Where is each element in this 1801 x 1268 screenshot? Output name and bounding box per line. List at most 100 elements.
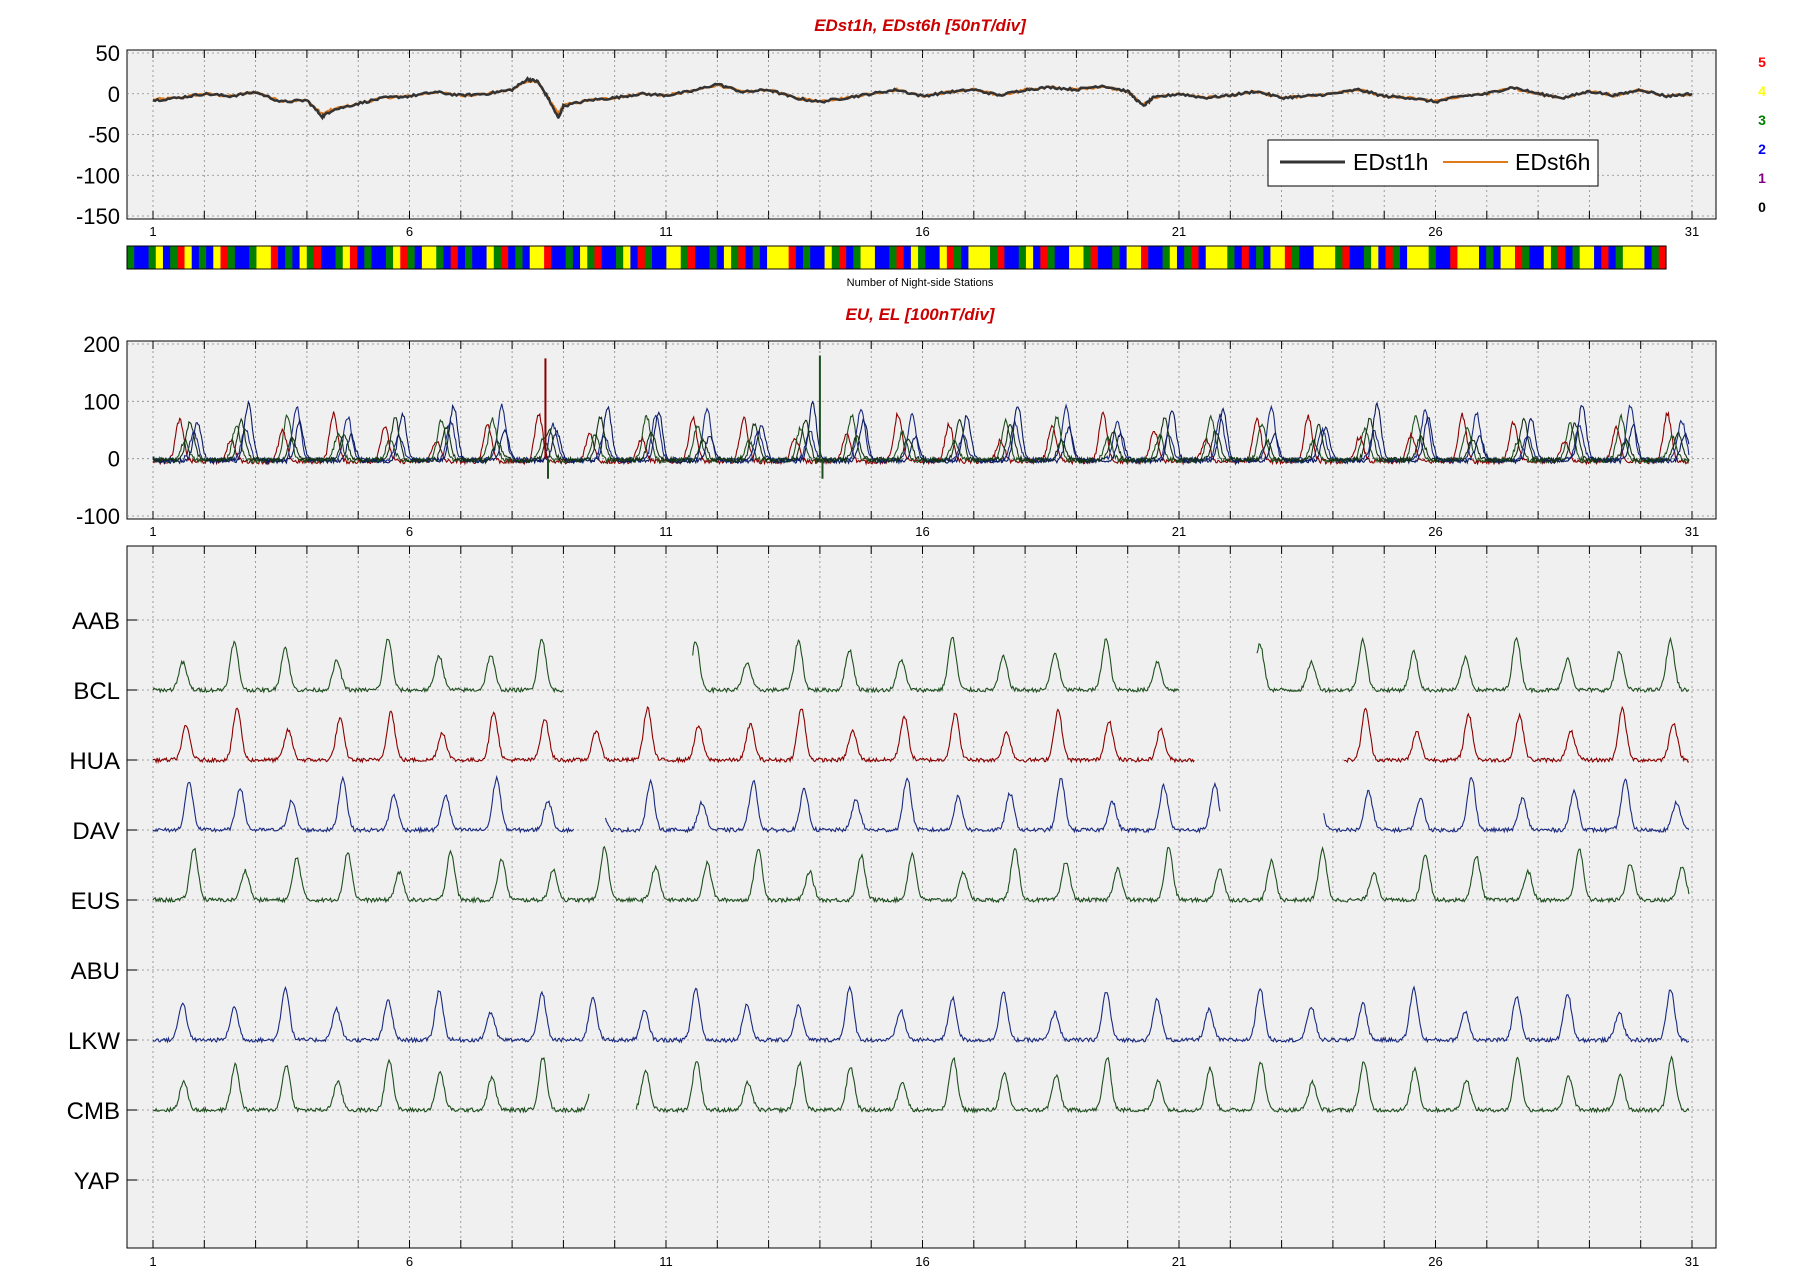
night-side-bar-76 [673, 246, 682, 269]
night-side-bar-88 [759, 246, 768, 269]
night-side-bar-85 [738, 246, 747, 269]
edst-panel: 500-50-100-150 1 6 11 16 21 26 31 EDst1h EDst6… [76, 41, 1717, 239]
night-side-bar-172 [1363, 246, 1372, 269]
night-side-bar-38 [400, 246, 409, 269]
night-side-bar-11 [206, 246, 214, 269]
night-side-bar-27 [321, 246, 329, 269]
night-side-bar-181 [1428, 246, 1437, 269]
night-side-bar-134 [1090, 246, 1099, 269]
night-side-bar-157 [1256, 246, 1264, 269]
night-side-bar-31 [349, 246, 358, 269]
stations-x-ticks: 1 6 11 16 21 26 31 [149, 1254, 1699, 1268]
night-side-bar-192 [1507, 246, 1516, 269]
color-scale-label-5: 5 [1758, 54, 1766, 70]
night-side-bar-111 [925, 246, 934, 269]
night-side-bar-113 [939, 246, 948, 269]
night-side-bar-198 [1550, 246, 1559, 269]
night-side-bar-96 [817, 246, 826, 269]
night-side-bar-16 [242, 246, 250, 269]
night-side-bar-213 [1658, 246, 1667, 269]
edst-ytick-50: 50 [96, 41, 120, 66]
night-side-bar-102 [860, 246, 869, 269]
night-side-bar-56 [529, 246, 538, 269]
night-side-bar-42 [429, 246, 437, 269]
night-side-bar-130 [1061, 246, 1070, 269]
night-side-bar-63 [580, 246, 588, 269]
night-side-bar-171 [1356, 246, 1365, 269]
night-side-bar-53 [508, 246, 516, 269]
night-side-bar-178 [1407, 246, 1415, 269]
night-side-bar-4 [155, 246, 164, 269]
figure: EDst1h, EDst6h [50nT/div] 500-50-100-150… [67, 16, 1766, 1268]
night-side-bar-194 [1522, 246, 1530, 269]
night-side-bar-165 [1313, 246, 1322, 269]
strip-caption: Number of Night-side Stations [847, 277, 994, 289]
night-side-bar-110 [918, 246, 926, 269]
night-side-bar-168 [1335, 246, 1343, 269]
edst-ytick--100: -100 [76, 163, 120, 188]
night-side-bar-72 [644, 246, 653, 269]
night-side-bar-45 [450, 246, 459, 269]
night-side-bar-204 [1594, 246, 1602, 269]
night-side-bar-186 [1464, 246, 1473, 269]
edst-ytick--150: -150 [76, 204, 120, 229]
night-side-bar-211 [1644, 246, 1653, 269]
station-label-abu: ABU [71, 958, 120, 985]
night-side-bar-173 [1371, 246, 1379, 269]
night-side-bar-200 [1565, 246, 1574, 269]
edst-xtick-11: 11 [659, 224, 673, 239]
eu-el-ytick-0: 0 [108, 447, 120, 472]
night-side-bar-180 [1421, 246, 1430, 269]
eu-el-panel: 2001000-100 1 6 11 16 21 26 31 [76, 332, 1717, 539]
eu-el-y-ticks: 200 100 0 -100 [76, 332, 120, 529]
stations-xtick-31: 31 [1685, 1254, 1699, 1268]
stations-xtick-21: 21 [1172, 1254, 1186, 1268]
night-side-bar-99 [838, 246, 847, 269]
night-side-bar-66 [601, 246, 610, 269]
night-side-bar-109 [910, 246, 919, 269]
edst-xtick-1: 1 [149, 224, 156, 239]
legend-label-edst6h: EDst6h [1515, 149, 1590, 175]
edst-xtick-26: 26 [1428, 224, 1442, 239]
night-side-bar-212 [1651, 246, 1660, 269]
night-side-bar-145 [1169, 246, 1178, 269]
night-side-bar-112 [932, 246, 941, 269]
night-side-bar-40 [414, 246, 423, 269]
night-side-bar-101 [853, 246, 862, 269]
night-side-stations-strip: Number of Night-side Stations [126, 245, 1667, 289]
night-side-bar-124 [1018, 246, 1027, 269]
night-side-bar-188 [1479, 246, 1487, 269]
night-side-bar-114 [946, 246, 955, 269]
night-side-bar-127 [1040, 246, 1049, 269]
night-side-bar-75 [666, 246, 675, 269]
night-side-bar-182 [1435, 246, 1444, 269]
station-labels: AAB BCL HUA DAV EUS ABU LKW CMB YAP [67, 608, 121, 1195]
night-side-bar-22 [285, 246, 293, 269]
night-side-bar-5 [162, 246, 171, 269]
night-side-bar-116 [961, 246, 970, 269]
night-side-bar-140 [1133, 246, 1142, 269]
night-side-bar-210 [1637, 246, 1646, 269]
stations-xtick-26: 26 [1428, 1254, 1442, 1268]
color-scale-label-3: 3 [1758, 112, 1766, 128]
night-side-bar-196 [1536, 246, 1545, 269]
night-side-bar-1 [134, 246, 142, 269]
night-side-bar-6 [170, 246, 178, 269]
eu-el-axes-box [126, 340, 1717, 520]
night-side-bar-195 [1529, 246, 1538, 269]
night-side-bar-174 [1378, 246, 1387, 269]
color-scale-label-2: 2 [1758, 141, 1766, 157]
night-side-bar-82 [716, 246, 725, 269]
edst-xtick-6: 6 [406, 224, 413, 239]
night-side-bar-18 [256, 246, 265, 269]
night-side-bar-128 [1047, 246, 1056, 269]
edst-xtick-16: 16 [915, 224, 929, 239]
night-side-bar-10 [198, 246, 207, 269]
night-side-bar-81 [709, 246, 718, 269]
night-side-bar-39 [407, 246, 416, 269]
night-side-bar-123 [1011, 246, 1020, 269]
night-side-bar-100 [846, 246, 854, 269]
night-side-bar-141 [1141, 246, 1149, 269]
night-side-bar-33 [364, 246, 373, 269]
night-side-bar-151 [1212, 246, 1221, 269]
